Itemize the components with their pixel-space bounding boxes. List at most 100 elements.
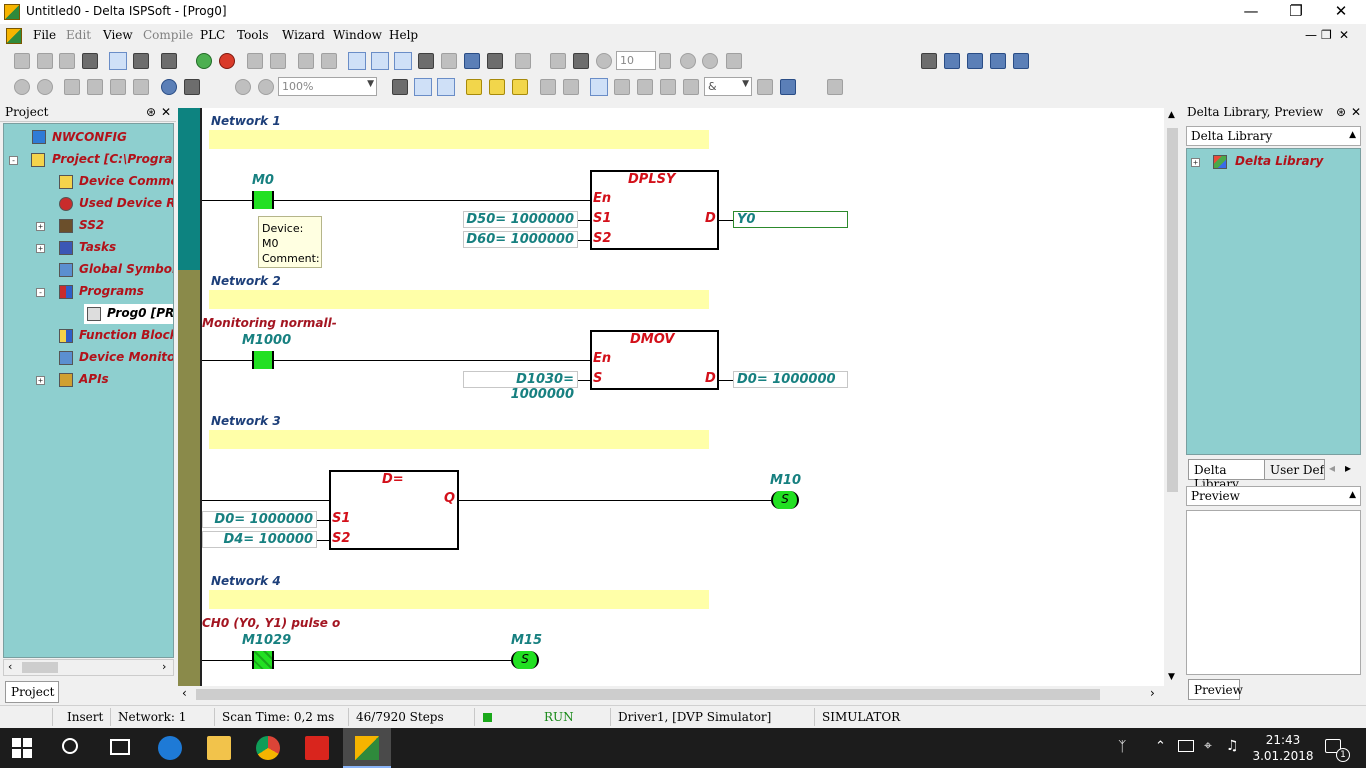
download-icon[interactable] xyxy=(247,53,263,69)
tab-user-defined[interactable]: User Defi xyxy=(1265,459,1325,480)
monitor-table-icon[interactable] xyxy=(394,52,412,70)
battery-icon[interactable] xyxy=(1178,740,1194,752)
clock-time[interactable]: 21:43 xyxy=(1258,733,1308,747)
rung-comment[interactable]: CH0 (Y0, Y1) pulse o xyxy=(202,616,340,630)
bookmark-prev-icon[interactable] xyxy=(512,79,528,95)
comm-icon[interactable] xyxy=(418,53,434,69)
menu-tools[interactable]: Tools xyxy=(237,28,269,42)
coil-m10-set[interactable]: S xyxy=(771,491,799,509)
tree-item-device-monitor[interactable]: Device Monitor xyxy=(79,350,173,364)
tray-chevron-icon[interactable]: ⌃ xyxy=(1155,739,1166,754)
ispsoft-taskbar-button[interactable] xyxy=(343,728,391,768)
erase-icon[interactable] xyxy=(133,79,149,95)
save-icon[interactable] xyxy=(59,53,75,69)
zoom-in-icon[interactable] xyxy=(235,79,251,95)
tree-item-prog0[interactable]: Prog0 [PR6 xyxy=(107,306,173,320)
pin-icon[interactable]: ⊛ xyxy=(1336,105,1346,119)
coil-icon[interactable] xyxy=(637,79,653,95)
layout-icon[interactable] xyxy=(921,53,937,69)
contact-no-icon[interactable] xyxy=(614,79,630,95)
tree-item-programs[interactable]: Programs xyxy=(79,284,144,298)
operand-d[interactable]: Y0 xyxy=(733,211,848,228)
scroll-thumb[interactable] xyxy=(196,689,1100,700)
address-icon[interactable] xyxy=(392,79,408,95)
paste-icon[interactable] xyxy=(110,79,126,95)
file-explorer-icon[interactable] xyxy=(207,736,231,760)
copy-icon[interactable] xyxy=(87,79,103,95)
undo-icon[interactable] xyxy=(14,79,30,95)
tab-next-icon[interactable]: ▸ xyxy=(1345,461,1351,475)
replace-icon[interactable] xyxy=(184,79,200,95)
open-icon[interactable] xyxy=(37,53,53,69)
tree-item-global-symbols[interactable]: Global Symbols xyxy=(79,262,173,276)
rung-comment[interactable]: Monitoring normall- xyxy=(202,316,337,330)
branch-icon[interactable] xyxy=(563,79,579,95)
symbol-icon[interactable] xyxy=(414,78,432,96)
menu-help[interactable]: Help xyxy=(389,28,418,42)
collapse-icon[interactable]: - xyxy=(9,156,18,165)
chrome-icon[interactable] xyxy=(256,736,280,760)
end-icon[interactable] xyxy=(827,79,843,95)
logic-select[interactable]: & ▼ xyxy=(704,77,752,96)
step-input[interactable]: 10 xyxy=(616,51,656,70)
print-icon[interactable] xyxy=(82,53,98,69)
split-icon[interactable] xyxy=(757,79,773,95)
tab-preview[interactable]: Preview xyxy=(1188,679,1243,700)
scroll-right-icon[interactable]: › xyxy=(162,660,166,673)
network-icon[interactable] xyxy=(515,53,531,69)
tree-item-nwconfig[interactable]: NWCONFIG xyxy=(52,130,127,144)
view-ladder-icon[interactable] xyxy=(109,52,127,70)
refresh-icon[interactable] xyxy=(702,53,718,69)
comment-icon[interactable] xyxy=(437,78,455,96)
mdi-restore-icon[interactable]: ❐ xyxy=(1321,28,1332,42)
network-2-label[interactable]: Network 2 xyxy=(211,274,281,288)
app-icon[interactable] xyxy=(4,4,20,20)
pointer-icon[interactable] xyxy=(590,78,608,96)
search-icon[interactable] xyxy=(62,738,78,754)
network-4-label[interactable]: Network 4 xyxy=(211,574,281,588)
tree-item-apis[interactable]: APIs xyxy=(79,372,109,386)
expand-icon[interactable]: + xyxy=(36,376,45,385)
scroll-up-icon[interactable]: ▲ xyxy=(1168,110,1175,120)
project-tree[interactable]: NWCONFIG - Project [C:\Progran Device Co… xyxy=(3,123,174,658)
menu-edit[interactable]: Edit xyxy=(66,28,91,42)
menu-view[interactable]: View xyxy=(103,28,133,42)
network-1-label[interactable]: Network 1 xyxy=(211,114,281,128)
close-icon[interactable]: ✕ xyxy=(1318,0,1364,24)
redo-icon[interactable] xyxy=(37,79,53,95)
window4-icon[interactable] xyxy=(1013,53,1029,69)
operand-s1[interactable]: D50= 1000000 xyxy=(463,211,578,228)
panel-close-icon[interactable]: ✕ xyxy=(1351,105,1361,119)
library-dropdown[interactable]: Delta Library ▲ xyxy=(1186,126,1361,146)
doc-icon[interactable] xyxy=(6,28,22,44)
project-tab[interactable]: Project xyxy=(5,681,59,703)
volume-icon[interactable]: ♫ xyxy=(1226,738,1239,754)
wand-icon[interactable] xyxy=(726,53,742,69)
library-tree[interactable]: + Delta Library xyxy=(1186,148,1361,455)
operand-s1[interactable]: D0= 1000000 xyxy=(202,511,317,528)
tree-item-ss2[interactable]: SS2 xyxy=(79,218,104,232)
network-3-comment[interactable] xyxy=(209,430,709,449)
window1-icon[interactable] xyxy=(944,53,960,69)
tab-delta-library[interactable]: Delta Library xyxy=(1188,459,1265,491)
wifi-icon[interactable]: ⌖ xyxy=(1204,738,1212,754)
preview-header[interactable]: Preview ▲ xyxy=(1186,486,1361,506)
network-4-comment[interactable] xyxy=(209,590,709,609)
tree-item-used-device[interactable]: Used Device Re xyxy=(79,196,173,210)
collapse-icon[interactable]: - xyxy=(36,288,45,297)
acrobat-icon[interactable] xyxy=(305,736,329,760)
scroll-thumb[interactable] xyxy=(22,662,58,673)
spin-icon[interactable] xyxy=(659,53,671,69)
menu-plc[interactable]: PLC xyxy=(200,28,225,42)
zoom-select[interactable]: 100% ▼ xyxy=(278,77,377,96)
write-icon[interactable] xyxy=(321,53,337,69)
scroll-left-icon[interactable]: ‹ xyxy=(182,686,187,700)
menu-file[interactable]: File xyxy=(33,28,56,42)
scroll-left-icon[interactable]: ‹ xyxy=(8,660,12,673)
operand-s[interactable]: D1030= 1000000 xyxy=(463,371,578,402)
stop-icon[interactable] xyxy=(219,53,235,69)
editor-vscrollbar[interactable]: ▲ ▼ xyxy=(1164,108,1181,686)
operand-d[interactable]: D0= 1000000 xyxy=(733,371,848,388)
rung-icon[interactable] xyxy=(540,79,556,95)
scroll-down-icon[interactable]: ▼ xyxy=(1168,672,1175,682)
